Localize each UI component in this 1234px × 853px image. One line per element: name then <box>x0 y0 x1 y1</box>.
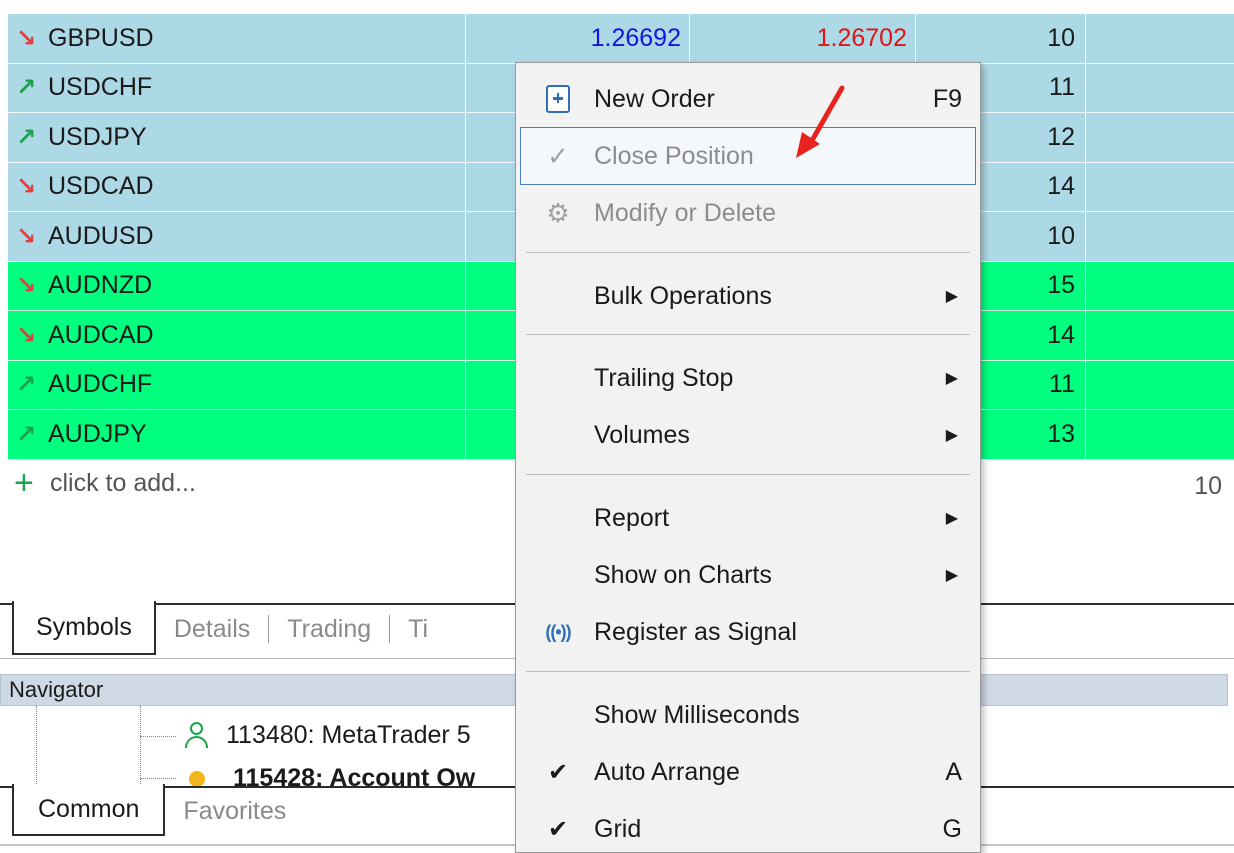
spread-cell: 10 <box>916 14 1086 64</box>
account-item[interactable]: 113480: MetaTrader 5 <box>182 720 471 750</box>
shortcut-label: F9 <box>932 84 962 113</box>
annotation-arrow-icon <box>796 85 845 158</box>
ask-cell: 1.26702 <box>690 14 916 64</box>
menu-item-show-milliseconds[interactable]: Show Milliseconds <box>516 687 980 743</box>
tree-line <box>140 778 176 779</box>
check-icon: ✔ <box>547 815 569 843</box>
arrow-down-icon: ↘ <box>16 173 37 201</box>
menu-item-bulk-operations[interactable]: Bulk Operations ▶ <box>516 268 980 324</box>
arrow-up-icon: ↗ <box>16 371 37 399</box>
person-icon <box>182 720 212 750</box>
arrow-down-icon: ↘ <box>16 24 37 52</box>
arrow-down-icon: ↘ <box>16 272 37 300</box>
symbol-cell: ↘ AUDUSD <box>8 212 466 262</box>
bid-cell: 1.26692 <box>466 14 690 64</box>
tab-details[interactable]: Details <box>156 603 268 655</box>
gear-icon: ⚙ <box>546 197 570 228</box>
plus-icon: + <box>14 464 34 502</box>
navigator-title: Navigator <box>9 677 104 702</box>
check-icon: ✔ <box>547 758 569 786</box>
shortcut-label: A <box>945 757 962 786</box>
add-symbol-label: click to add... <box>50 468 196 497</box>
symbol-count: 10 <box>1194 472 1222 500</box>
add-symbol-row[interactable]: + click to add... <box>14 466 196 500</box>
menu-item-auto-arrange[interactable]: ✔ Auto Arrange A <box>516 744 980 800</box>
tab-trading[interactable]: Trading <box>269 603 389 655</box>
arrow-up-icon: ↗ <box>16 123 37 151</box>
submenu-arrow-icon: ▶ <box>945 427 958 444</box>
symbol-cell: ↗ AUDCHF <box>8 360 466 410</box>
arrow-down-icon: ↘ <box>16 222 37 250</box>
tree-line <box>140 736 176 737</box>
coin-icon <box>189 770 205 786</box>
menu-item-trailing-stop[interactable]: Trailing Stop ▶ <box>516 350 980 406</box>
signal-icon: ((•)) <box>545 621 571 642</box>
menu-item-report[interactable]: Report ▶ <box>516 490 980 546</box>
symbol-cell: ↘ AUDCAD <box>8 311 466 361</box>
new-order-icon <box>540 81 576 117</box>
menu-separator <box>526 671 970 672</box>
tab-symbols[interactable]: Symbols <box>12 601 156 655</box>
tab-ticks[interactable]: Ti <box>390 603 446 655</box>
submenu-arrow-icon: ▶ <box>945 567 958 584</box>
symbol-cell: ↗ USDJPY <box>8 113 466 163</box>
menu-separator <box>526 334 970 335</box>
tab-favorites[interactable]: Favorites <box>165 786 304 836</box>
symbol-cell: ↗ USDCHF <box>8 63 466 113</box>
symbol-cell: ↘ AUDNZD <box>8 261 466 311</box>
checkmark-icon: ✓ <box>547 140 569 171</box>
menu-item-grid[interactable]: ✔ Grid G <box>516 801 980 852</box>
submenu-arrow-icon: ▶ <box>945 510 958 527</box>
context-menu: New Order F9 ✓ Close Position ⚙ Modify o… <box>515 62 981 853</box>
menu-item-modify-or-delete[interactable]: ⚙ Modify or Delete <box>516 185 980 241</box>
tab-common[interactable]: Common <box>12 784 166 836</box>
arrow-down-icon: ↘ <box>16 321 37 349</box>
symbol-cell: ↗ AUDJPY <box>8 410 466 460</box>
arrow-up-icon: ↗ <box>16 420 37 448</box>
menu-separator <box>526 252 970 253</box>
menu-separator <box>526 474 970 475</box>
tree-line <box>140 706 141 786</box>
tree-line <box>36 706 37 786</box>
menu-item-close-position[interactable]: ✓ Close Position <box>520 127 976 185</box>
submenu-arrow-icon: ▶ <box>945 370 958 387</box>
symbol-cell: ↘ GBPUSD <box>8 14 466 64</box>
shortcut-label: G <box>942 814 962 843</box>
menu-item-register-as-signal[interactable]: ((•)) Register as Signal <box>516 604 980 660</box>
menu-item-new-order[interactable]: New Order F9 <box>516 71 980 127</box>
account-item[interactable]: 115428: Account Ow <box>182 764 475 786</box>
market-watch-tabs: Symbols Details Trading Ti <box>12 601 446 655</box>
symbol-cell: ↘ USDCAD <box>8 162 466 212</box>
submenu-arrow-icon: ▶ <box>945 288 958 305</box>
arrow-up-icon: ↗ <box>16 74 37 102</box>
navigator-tabs: Common Favorites <box>12 784 304 836</box>
menu-item-volumes[interactable]: Volumes ▶ <box>516 407 980 463</box>
table-row[interactable]: ↘ GBPUSD 1.26692 1.26702 10 <box>8 14 1234 64</box>
menu-item-show-on-charts[interactable]: Show on Charts ▶ <box>516 547 980 603</box>
navigator-tree: 113480: MetaTrader 5 115428: Account Ow <box>0 706 520 786</box>
